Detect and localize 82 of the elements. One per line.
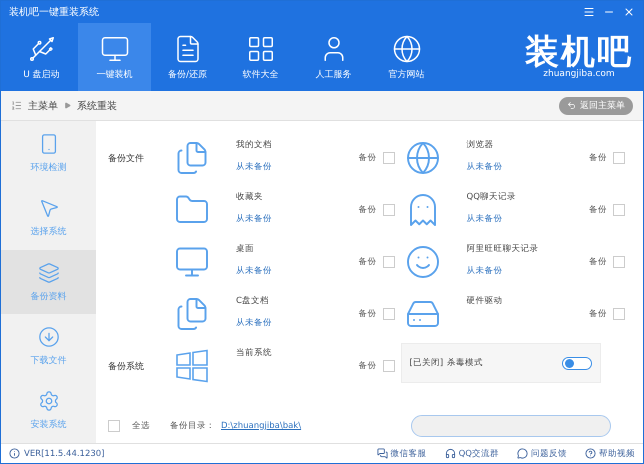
window-title: 装机吧一键重装系统 [9,6,100,19]
backup-checkbox[interactable] [382,152,394,164]
nav-tab[interactable]: 官方网站 [370,23,443,91]
checkbox-label: 备份 [589,152,607,164]
checkbox-label: 备份 [358,256,376,268]
section-label: 备份系统 [108,360,145,372]
close-icon[interactable] [623,6,635,18]
item-name: 阿里旺旺聊天记录 [466,243,540,255]
backup-checkbox[interactable] [382,204,394,216]
backup-status: 从未备份 [236,161,273,173]
backup-status: 从未备份 [466,213,504,225]
smiley-icon [404,244,440,280]
globe-icon [392,34,422,64]
footer-link[interactable]: 帮助视频 [585,448,635,460]
checkbox-label: 备份 [358,152,376,164]
checkbox-label: 备份 [589,204,607,216]
antivirus-state: [已关闭] [410,357,444,369]
sidebar-item[interactable]: 下载文件 [1,314,96,379]
backup-checkbox[interactable] [613,308,625,320]
item-name: C盘文档 [236,295,270,307]
breadcrumb-item[interactable]: 系统重装 [77,98,117,112]
checkbox-label: 备份 [358,360,376,372]
chat-icon [376,448,388,459]
logo-text: 装机吧 [525,35,633,69]
backup-status: 从未备份 [236,213,273,225]
item-name: 收藏夹 [236,191,264,203]
select-all-checkbox[interactable] [108,420,120,432]
speech-bubble-icon [517,448,528,459]
nav-tab[interactable]: 备份/还原 [151,23,224,91]
windows-icon [174,348,210,384]
sidebar-item[interactable]: 安装系统 [1,378,96,444]
backup-checkbox[interactable] [382,308,394,320]
backup-dir-link[interactable]: D:\zhuangjiba\bak\ [221,421,302,431]
nav-tab[interactable]: 一键装机 [78,23,151,91]
checkbox-label: 备份 [589,308,607,320]
section-label: 备份文件 [108,152,145,164]
checkbox-label: 备份 [358,308,376,320]
backup-checkbox[interactable] [613,152,625,164]
footer-link[interactable]: 问题反馈 [517,448,567,460]
info-icon [9,448,20,459]
item-name: 当前系统 [236,347,273,359]
separator-icon [64,102,71,109]
select-all-label: 全选 [132,420,150,432]
nav-tab[interactable]: 人工服务 [297,23,370,91]
nav-tab[interactable]: U 盘启动 [5,23,78,91]
checkbox-label: 备份 [589,256,607,268]
backup-checkbox[interactable] [382,256,394,268]
nav-tab[interactable]: 软件大全 [224,23,297,91]
checkbox-label: 备份 [358,204,376,216]
backup-dir-label: 备份目录： [170,420,215,432]
help-icon [585,448,596,459]
menu-icon[interactable] [583,6,595,18]
action-button[interactable] [411,415,611,437]
antivirus-label: 杀毒模式 [447,357,484,369]
backup-status: 从未备份 [466,265,504,277]
item-name: 桌面 [236,243,255,255]
return-arrow-icon [567,101,576,110]
headset-icon [444,448,456,459]
backup-checkbox[interactable] [382,360,394,372]
item-name: 浏览器 [466,139,494,151]
antivirus-toggle[interactable] [562,356,592,370]
list-icon [11,100,22,111]
item-name: 硬件驱动 [466,295,504,307]
backup-status: 从未备份 [236,317,273,329]
backup-checkbox[interactable] [613,204,625,216]
version-text: VER[11.5.44.1230] [24,448,105,458]
sidebar-item[interactable]: 选择系统 [1,185,96,250]
item-name: 我的文档 [236,139,273,151]
layers-icon [38,262,60,284]
backup-status: 从未备份 [236,265,273,277]
sidebar-item[interactable]: 环境检测 [1,121,96,186]
breadcrumb-item[interactable]: 主菜单 [28,98,58,112]
backup-status: 从未备份 [466,161,504,173]
settings-icon [38,390,60,412]
footer-link[interactable]: 微信客服 [376,448,427,460]
backup-checkbox[interactable] [613,256,625,268]
globe-icon [404,140,440,176]
back-button[interactable]: 返回主菜单 [559,96,633,114]
item-name: QQ聊天记录 [466,191,517,203]
download-icon [38,326,60,348]
logo-site: zhuangjiba.com [543,69,615,79]
footer-link[interactable]: QQ交流群 [444,448,499,460]
